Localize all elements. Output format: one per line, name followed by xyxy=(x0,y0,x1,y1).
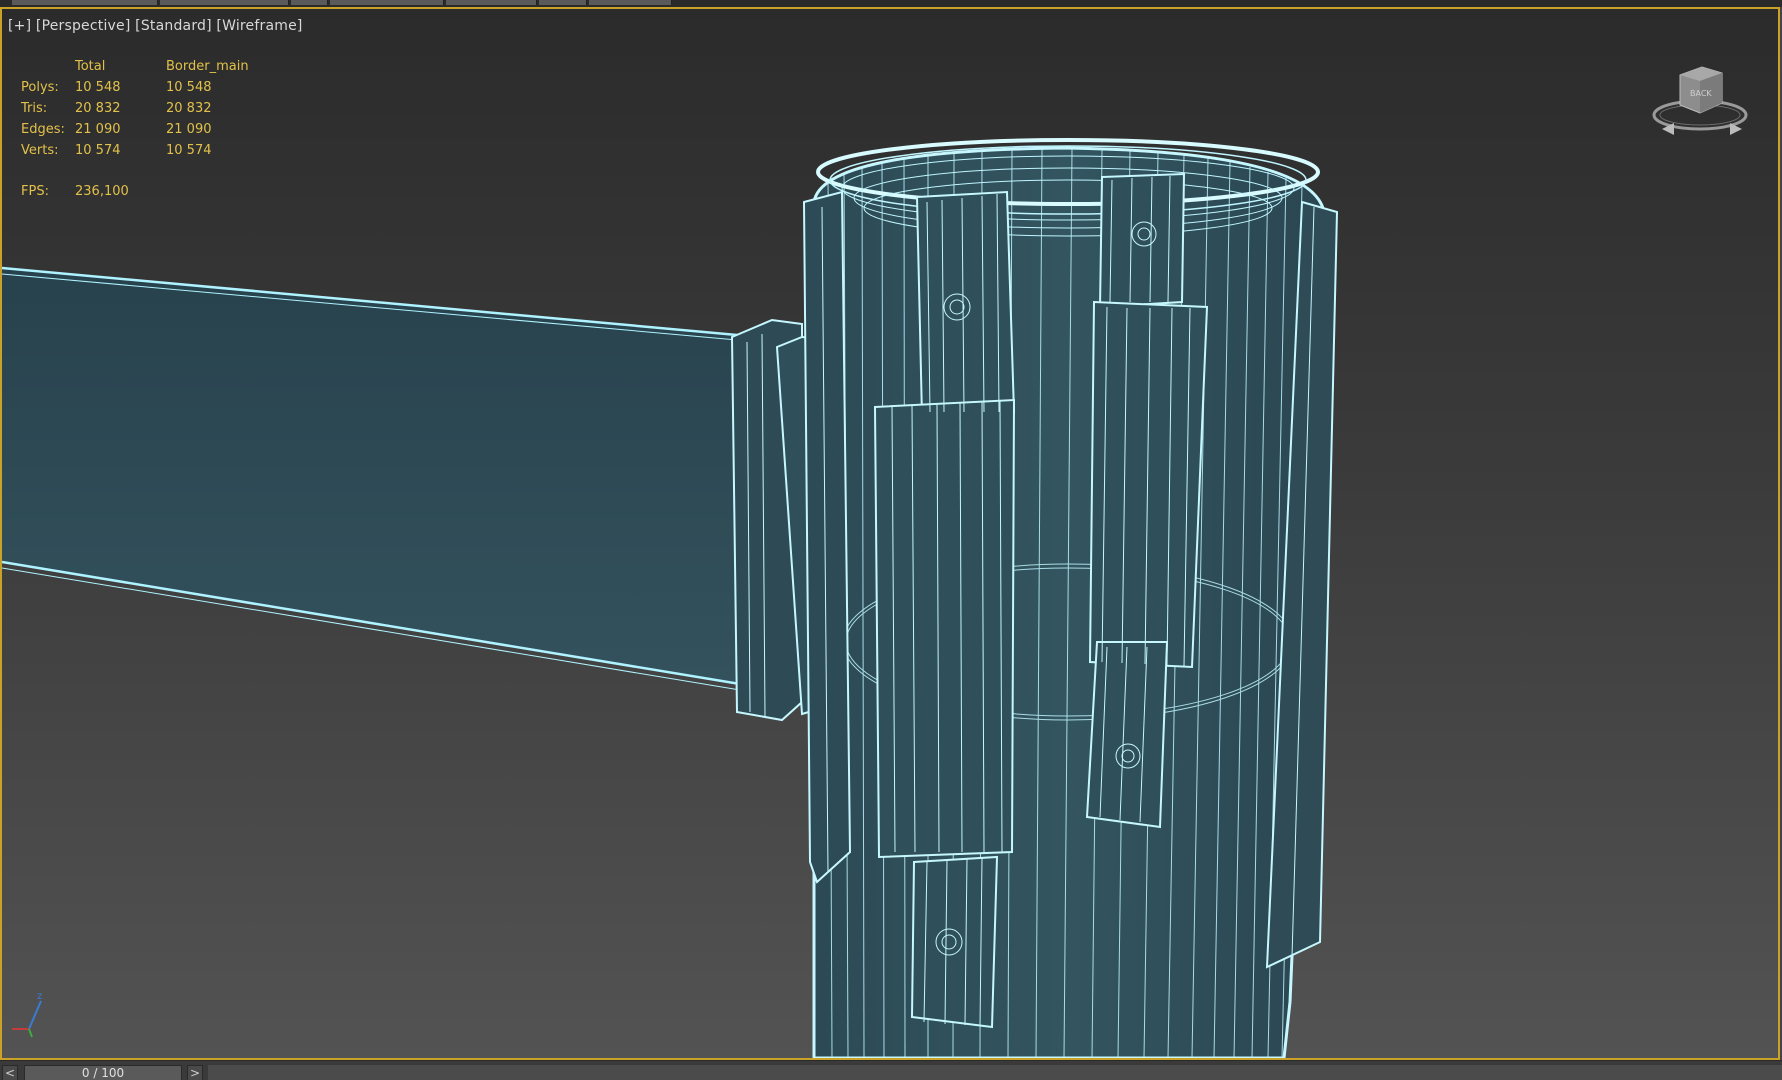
stats-total-value: 21 090 xyxy=(75,122,121,137)
time-slider[interactable]: 0 / 100 xyxy=(24,1065,182,1080)
3dsmax-viewport-app: [+] [Perspective] [Standard] [Wireframe]… xyxy=(0,0,1782,1080)
top-tab[interactable] xyxy=(589,0,672,5)
stats-label: Verts: xyxy=(21,143,59,158)
top-tab[interactable] xyxy=(330,0,444,5)
axis-tripod-icon: z xyxy=(12,991,42,1038)
stats-header-object: Border_main xyxy=(166,59,249,74)
top-tab[interactable] xyxy=(539,0,587,5)
belt-tape[interactable] xyxy=(2,266,741,691)
top-tab[interactable] xyxy=(160,0,289,5)
stats-object-value: 10 548 xyxy=(166,80,212,95)
time-prev-button[interactable]: < xyxy=(2,1065,18,1080)
axis-z-label: z xyxy=(37,991,42,1002)
viewcube-icon[interactable]: BACK xyxy=(1652,63,1752,138)
stats-total-value: 20 832 xyxy=(75,101,121,116)
tape-clip-bracket[interactable] xyxy=(730,190,852,884)
stats-object-value: 20 832 xyxy=(166,101,212,116)
stats-label: Polys: xyxy=(21,80,59,95)
stats-object-value: 10 574 xyxy=(166,143,212,158)
stats-label: Tris: xyxy=(21,101,48,116)
perspective-viewport[interactable]: [+] [Perspective] [Standard] [Wireframe]… xyxy=(0,7,1780,1060)
wireframe-scene[interactable] xyxy=(2,9,1778,1058)
stats-total-value: 10 548 xyxy=(75,80,121,95)
top-tab[interactable] xyxy=(12,0,158,5)
stats-total-value: 10 574 xyxy=(75,143,121,158)
timeline-bar: < 0 / 100 > xyxy=(0,1060,1782,1080)
timeline-track[interactable] xyxy=(208,1065,1782,1080)
time-next-button[interactable]: > xyxy=(187,1065,203,1080)
top-tab[interactable] xyxy=(446,0,537,5)
viewcube-face-label: BACK xyxy=(1690,89,1712,98)
stats-label: Edges: xyxy=(21,122,65,137)
fps-value: 236,100 xyxy=(75,184,129,199)
stats-object-value: 21 090 xyxy=(166,122,212,137)
viewport-label-menu[interactable]: [+] [Perspective] [Standard] [Wireframe] xyxy=(8,18,303,34)
top-tab[interactable] xyxy=(291,0,328,5)
fps-label: FPS: xyxy=(21,184,49,199)
stats-header-total: Total xyxy=(75,59,106,74)
top-tab-strip xyxy=(0,0,1782,7)
